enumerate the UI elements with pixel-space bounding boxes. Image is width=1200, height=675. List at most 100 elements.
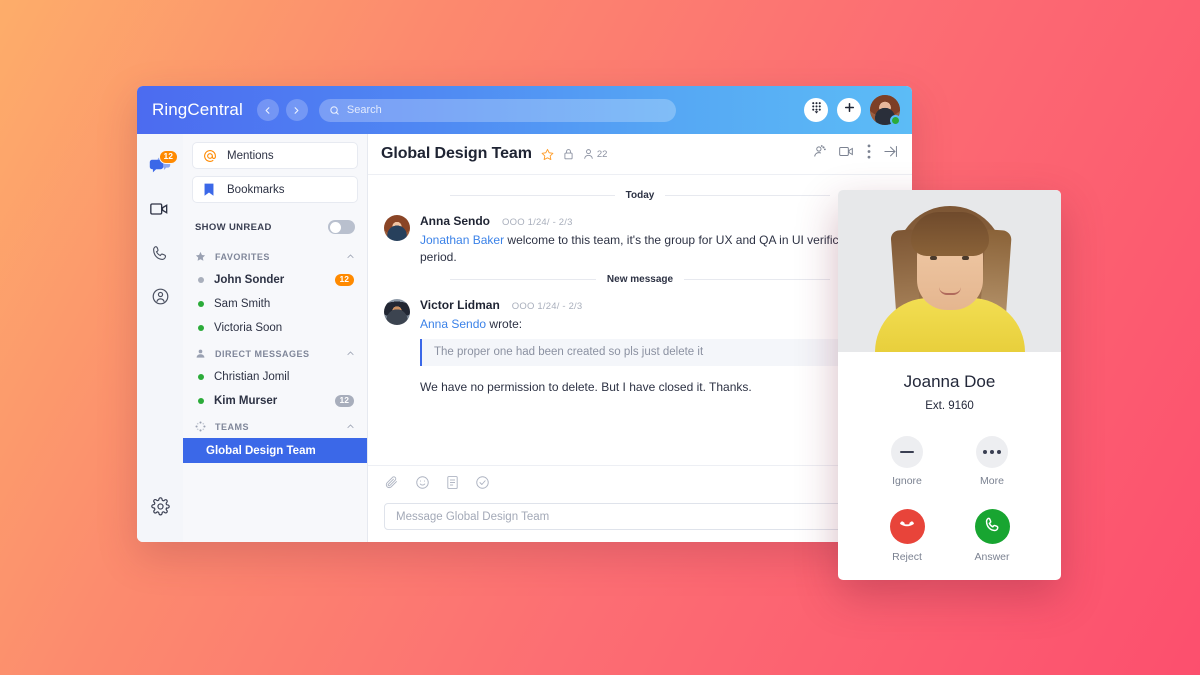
conversation-name: Sam Smith	[214, 298, 271, 310]
sidebar-item-label: Bookmarks	[227, 183, 285, 196]
phone-icon	[984, 516, 1001, 538]
section-title: FAVORITES	[215, 251, 270, 262]
reject-button[interactable]: Reject	[879, 509, 935, 563]
ignore-circle	[891, 436, 923, 468]
presence-dot	[198, 398, 204, 404]
smiley-icon[interactable]	[415, 475, 430, 495]
dialpad-button[interactable]	[804, 98, 828, 122]
search-placeholder: Search	[346, 104, 382, 116]
page-title: Global Design Team	[381, 145, 532, 162]
message-header: Anna Sendo OOO 1/24/ - 2/3	[420, 214, 896, 228]
sidebar-item-video[interactable]	[143, 194, 177, 228]
forward-button[interactable]	[285, 99, 308, 121]
message-item: Victor Lidman OOO 1/24/ - 2/3 Anna Sendo…	[384, 292, 896, 394]
message-composer: Message Global Design Team	[368, 465, 912, 542]
reject-circle	[889, 509, 925, 544]
message-author: Victor Lidman	[420, 297, 500, 312]
minus-icon	[900, 450, 914, 454]
unread-badge: 12	[334, 394, 354, 408]
divider-line	[684, 278, 830, 280]
avatar[interactable]	[384, 215, 410, 241]
icon-rail: 12	[137, 134, 183, 542]
sidebar-item-kim-murser[interactable]: Kim Murser 12	[192, 389, 358, 413]
divider-line	[450, 278, 596, 280]
ignore-button[interactable]: Ignore	[879, 436, 935, 487]
message-item: Anna Sendo OOO 1/24/ - 2/3 Jonathan Bake…	[384, 208, 896, 267]
message-author: Anna Sendo	[420, 214, 491, 228]
add-button[interactable]	[837, 98, 861, 122]
search-input[interactable]: Search	[318, 98, 676, 122]
sidebar-item-global-design-team[interactable]: Global Design Team	[183, 438, 367, 463]
answer-button[interactable]: Answer	[964, 509, 1020, 563]
contacts-icon	[151, 287, 170, 311]
video-camera-icon	[150, 201, 170, 222]
sidebar-item-contacts[interactable]	[143, 282, 177, 316]
reject-label: Reject	[892, 551, 922, 563]
sidebar-item-sam-smith[interactable]: Sam Smith	[192, 292, 358, 316]
presence-dot	[198, 301, 204, 307]
conversation-name: Kim Murser	[214, 395, 278, 407]
section-header-teams[interactable]: TEAMS	[192, 413, 358, 438]
people-icon	[583, 148, 594, 160]
note-icon[interactable]	[446, 475, 459, 495]
caller-name: Joanna Doe	[903, 372, 996, 391]
avatar[interactable]	[870, 95, 901, 126]
more-vertical-icon[interactable]	[867, 144, 871, 164]
sidebar-item-settings[interactable]	[143, 492, 177, 526]
back-button[interactable]	[256, 99, 279, 121]
arrow-to-right-icon[interactable]	[883, 144, 898, 164]
sidebar-item-john-sonder[interactable]: John Sonder 12	[192, 268, 358, 292]
composer-toolbar	[384, 475, 896, 495]
caller-extension: Ext. 9160	[925, 400, 974, 412]
message-timestamp: OOO 1/24/ - 2/3	[502, 217, 573, 228]
app-body: 12 Mentions Bookmarks SHOW UNREAD FAVORI…	[137, 134, 912, 542]
message-header: Victor Lidman OOO 1/24/ - 2/3	[420, 298, 896, 312]
more-button[interactable]: More	[964, 436, 1020, 487]
paperclip-icon[interactable]	[384, 475, 399, 495]
conversation-name: John Sonder	[214, 274, 285, 286]
video-camera-icon[interactable]	[839, 145, 855, 163]
conversation-panel: Global Design Team 22 Today Anna Sendo O…	[368, 134, 912, 542]
gear-icon	[150, 497, 170, 521]
app-top-bar: RingCentral Search	[137, 86, 912, 134]
avatar[interactable]	[384, 298, 410, 325]
chevron-left-icon	[262, 105, 273, 116]
incoming-call-card: Joanna Doe Ext. 9160 Ignore More Reject …	[838, 190, 1061, 580]
add-person-icon[interactable]	[812, 144, 827, 164]
sidebar-item-bookmarks[interactable]: Bookmarks	[192, 176, 358, 203]
chevron-up-icon	[346, 252, 355, 261]
plus-icon	[843, 101, 856, 119]
section-header-favorites[interactable]: FAVORITES	[192, 243, 358, 268]
conversation-header: Global Design Team 22	[368, 134, 912, 175]
sidebar-item-messages[interactable]: 12	[143, 150, 178, 184]
person-icon	[195, 348, 210, 359]
photo-eye-right	[961, 256, 969, 260]
presence-dot	[198, 325, 204, 331]
show-unread-toggle[interactable]	[328, 220, 355, 234]
brand-logo: RingCentral	[152, 100, 243, 119]
dialpad-icon	[810, 101, 823, 119]
message-input[interactable]: Message Global Design Team	[384, 503, 896, 530]
sidebar-item-phone[interactable]	[143, 238, 177, 272]
conversation-actions	[812, 144, 898, 164]
new-message-divider: New message	[384, 267, 896, 292]
message-text: Anna Sendo wrote:	[420, 316, 896, 333]
unread-badge: 12	[158, 150, 178, 164]
show-unread-label: SHOW UNREAD	[195, 221, 272, 233]
top-bar-actions	[804, 95, 901, 126]
section-header-direct-messages[interactable]: DIRECT MESSAGES	[192, 340, 358, 365]
star-icon[interactable]	[541, 148, 554, 161]
sidebar-item-christian-jomil[interactable]: Christian Jomil	[192, 365, 358, 389]
divider-label: New message	[606, 273, 674, 285]
divider-line	[450, 195, 615, 196]
caller-photo	[838, 190, 1061, 352]
sidebar-item-mentions[interactable]: Mentions	[192, 142, 358, 169]
photo-eye-left	[929, 256, 937, 260]
sidebar-item-victoria-soon[interactable]: Victoria Soon	[192, 316, 358, 340]
check-circle-icon[interactable]	[475, 475, 490, 495]
mention-link[interactable]: Anna Sendo	[420, 317, 486, 331]
mention-link[interactable]: Jonathan Baker	[420, 233, 504, 247]
presence-dot	[198, 277, 204, 283]
ellipsis-icon	[983, 450, 1001, 454]
quoted-message: The proper one had been created so pls j…	[420, 339, 896, 367]
